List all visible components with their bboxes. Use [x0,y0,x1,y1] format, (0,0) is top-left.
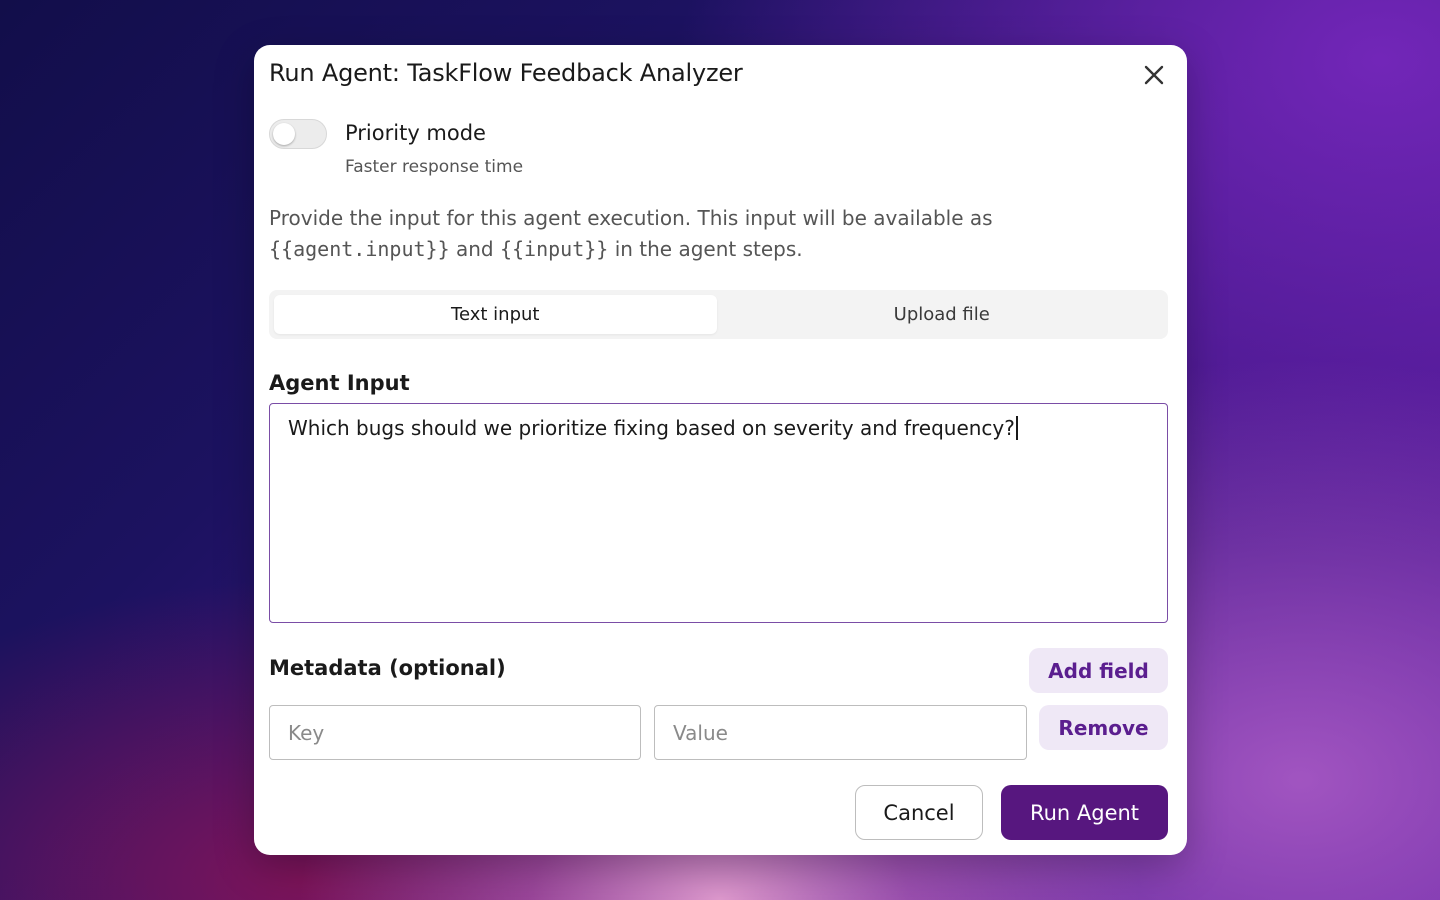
run-agent-dialog: Run Agent: TaskFlow Feedback Analyzer Pr… [254,45,1187,855]
priority-mode-toggle[interactable] [269,119,327,149]
add-field-button[interactable]: Add field [1029,648,1168,693]
text-cursor [1015,416,1018,440]
agent-input-value: Which bugs should we prioritize fixing b… [288,416,1015,440]
remove-field-button[interactable]: Remove [1039,705,1168,750]
priority-mode-label: Priority mode [345,121,486,145]
toggle-knob [273,123,295,145]
close-icon [1144,65,1164,85]
run-agent-button[interactable]: Run Agent [1001,785,1168,840]
dialog-title: Run Agent: TaskFlow Feedback Analyzer [269,59,743,87]
cancel-button[interactable]: Cancel [855,785,983,840]
priority-mode-sublabel: Faster response time [345,157,524,177]
input-variable: {{input}} [499,237,609,261]
description-text: Provide the input for this agent executi… [269,206,993,230]
close-button[interactable] [1138,59,1170,91]
metadata-label: Metadata (optional) [269,656,506,680]
agent-input-variable: {{agent.input}} [269,237,450,261]
agent-input-textarea[interactable]: Which bugs should we prioritize fixing b… [269,403,1168,623]
metadata-key-input[interactable] [269,705,641,760]
input-mode-tabs: Text input Upload file [269,290,1168,339]
description-text-and: and [449,237,500,261]
input-description: Provide the input for this agent executi… [269,203,1149,265]
description-text-end: in the agent steps. [608,237,803,261]
tab-text-input[interactable]: Text input [274,295,717,334]
agent-input-label: Agent Input [269,371,410,395]
metadata-value-input[interactable] [654,705,1027,760]
tab-upload-file[interactable]: Upload file [721,295,1164,334]
